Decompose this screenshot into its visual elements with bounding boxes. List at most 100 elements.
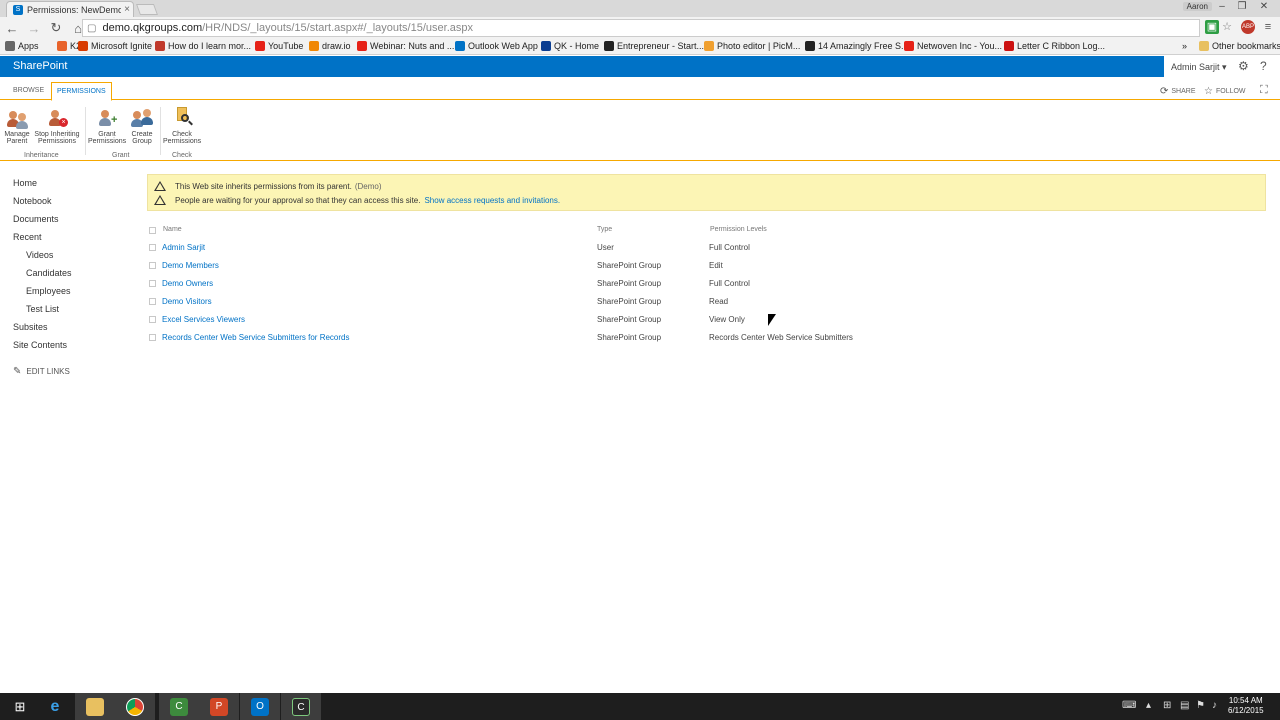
extension-icon[interactable]: ▣ (1205, 20, 1219, 34)
taskbar-outlook[interactable]: O (240, 693, 280, 720)
tray-arrow-icon[interactable]: ▴ (1146, 700, 1151, 711)
bookmark-item[interactable]: How do I learn mor... (155, 41, 251, 51)
clock-time: 10:54 AM (1228, 696, 1263, 705)
nav-item[interactable]: Notebook (13, 196, 52, 206)
bookmark-item[interactable]: Webinar: Nuts and ... (357, 41, 454, 51)
nav-item[interactable]: Home (13, 178, 37, 188)
taskbar-file-explorer[interactable] (75, 693, 115, 720)
row-checkbox[interactable] (149, 262, 156, 269)
nav-item[interactable]: Recent (13, 232, 42, 242)
row-name-link[interactable]: Demo Visitors (162, 297, 212, 306)
address-bar[interactable]: ▢ demo.qkgroups.com/HR/NDS/_layouts/15/s… (82, 19, 1200, 37)
grant-permissions-button[interactable]: + Grant Permissions (88, 105, 126, 145)
bookmark-item[interactable]: Netwoven Inc - You... (904, 41, 1002, 51)
user-menu[interactable]: Admin Sarjit ▾ (1171, 62, 1227, 73)
row-name-link[interactable]: Admin Sarjit (162, 243, 205, 252)
nav-item[interactable]: Documents (13, 214, 59, 224)
select-all-checkbox[interactable] (149, 227, 156, 234)
back-arrow-icon[interactable]: ← (2, 21, 22, 36)
share-button[interactable]: ⟳ SHARE (1160, 86, 1196, 97)
row-checkbox[interactable] (149, 316, 156, 323)
bookmark-item[interactable]: Other bookmarks (1199, 41, 1280, 51)
volume-icon[interactable]: ♪ (1212, 700, 1217, 711)
stop-inheriting-icon: × (44, 105, 70, 129)
manage-parent-button[interactable]: Manage Parent (3, 105, 31, 145)
nav-item[interactable]: Candidates (26, 268, 72, 278)
row-checkbox[interactable] (149, 280, 156, 287)
reload-icon[interactable]: ↻ (46, 20, 66, 36)
new-tab-button[interactable] (135, 4, 159, 15)
windows-tray-icon[interactable]: ⊞ (1163, 700, 1171, 711)
flag-icon[interactable]: ⚑ (1196, 700, 1205, 711)
tab-permissions[interactable]: PERMISSIONS (51, 82, 112, 101)
bookmark-item[interactable]: Photo editor | PicM... (704, 41, 800, 51)
tab-browse[interactable]: BROWSE (13, 87, 44, 94)
chrome-menu-icon[interactable]: ≡ (1261, 20, 1275, 34)
bookmark-item[interactable]: Outlook Web App (455, 41, 538, 51)
help-icon[interactable]: ? (1260, 59, 1267, 73)
gear-icon[interactable]: ⚙ (1238, 59, 1249, 73)
focus-on-content-icon[interactable]: ⛶ (1260, 84, 1268, 97)
bookmark-favicon-icon (5, 41, 15, 51)
taskbar-internet-explorer[interactable]: e (35, 693, 75, 720)
create-group-button[interactable]: Create Group (128, 105, 156, 145)
nav-item[interactable]: Site Contents (13, 340, 67, 350)
nav-item[interactable]: Employees (26, 286, 71, 296)
nav-item[interactable]: Subsites (13, 322, 48, 332)
row-checkbox[interactable] (149, 298, 156, 305)
row-name-link[interactable]: Records Center Web Service Submitters fo… (162, 333, 349, 342)
nav-item[interactable]: Videos (26, 250, 53, 260)
nav-item[interactable]: Test List (26, 304, 59, 314)
bookmark-item[interactable]: draw.io (309, 41, 351, 51)
show-access-requests-link[interactable]: Show access requests and invitations. (424, 196, 560, 205)
taskbar-powerpoint[interactable]: P (199, 693, 239, 720)
close-window-button[interactable]: ✕ (1254, 0, 1274, 14)
row-name-link[interactable]: Excel Services Viewers (162, 315, 245, 324)
forward-arrow-icon[interactable]: → (24, 21, 44, 36)
stop-inheriting-button[interactable]: × Stop Inheriting Permissions (32, 105, 82, 145)
edit-links-button[interactable]: ✎ EDIT LINKS (13, 366, 70, 377)
bookmark-item[interactable]: YouTube (255, 41, 303, 51)
bookmark-item[interactable]: Apps (5, 41, 39, 51)
column-header-permission-levels[interactable]: Permission Levels (710, 226, 767, 233)
bookmark-label: Webinar: Nuts and ... (370, 41, 455, 51)
bookmark-item[interactable]: Letter C Ribbon Log... (1004, 41, 1105, 51)
tab-close-icon[interactable]: × (121, 4, 133, 15)
bookmark-item[interactable]: QK - Home (541, 41, 599, 51)
check-permissions-button[interactable]: Check Permissions (163, 105, 201, 145)
bookmark-star-icon[interactable]: ☆ (1220, 20, 1234, 34)
network-icon[interactable]: ▤ (1180, 700, 1189, 711)
minimize-button[interactable]: – (1212, 0, 1232, 14)
chrome-icon (126, 697, 144, 716)
row-checkbox[interactable] (149, 244, 156, 251)
column-header-type[interactable]: Type (597, 226, 612, 233)
profile-button[interactable]: Aaron (1182, 2, 1212, 11)
bookmark-item[interactable]: 14 Amazingly Free S... (805, 41, 909, 51)
row-permission-level: Full Control (709, 279, 750, 288)
bookmark-label: Microsoft Ignite (91, 41, 153, 51)
ribbon-separator (85, 107, 86, 155)
bookmark-item[interactable]: Microsoft Ignite (78, 41, 152, 51)
taskbar-chrome[interactable] (115, 693, 155, 720)
column-header-name[interactable]: Name (163, 226, 182, 233)
bookmark-favicon-icon (57, 41, 67, 51)
maximize-button[interactable]: ❐ (1232, 0, 1252, 14)
taskbar-camtasia-recorder[interactable]: C (281, 693, 321, 720)
row-name-link[interactable]: Demo Owners (162, 279, 213, 288)
follow-button[interactable]: ☆ FOLLOW (1204, 86, 1246, 97)
row-checkbox[interactable] (149, 334, 156, 341)
bookmark-item[interactable]: » (1182, 41, 1187, 51)
keyboard-icon[interactable]: ⌨ (1122, 700, 1136, 711)
taskbar-camtasia[interactable]: C (159, 693, 199, 720)
abp-extension-icon[interactable]: ABP (1241, 20, 1255, 34)
start-button[interactable]: ⊞ (0, 693, 40, 720)
row-name-link[interactable]: Demo Members (162, 261, 219, 270)
system-clock[interactable]: 10:54 AM 6/12/2015 (1228, 696, 1264, 716)
bookmark-item[interactable]: Entrepreneur - Start... (604, 41, 704, 51)
notice-parent-link[interactable]: (Demo) (355, 182, 382, 191)
warning-icon (154, 195, 166, 205)
sharepoint-brand[interactable]: SharePoint (13, 60, 67, 72)
group-label-grant: Grant (112, 152, 130, 159)
bookmark-label: Netwoven Inc - You... (917, 41, 1003, 51)
browser-tab[interactable]: S Permissions: NewDemoSi × (6, 1, 134, 17)
